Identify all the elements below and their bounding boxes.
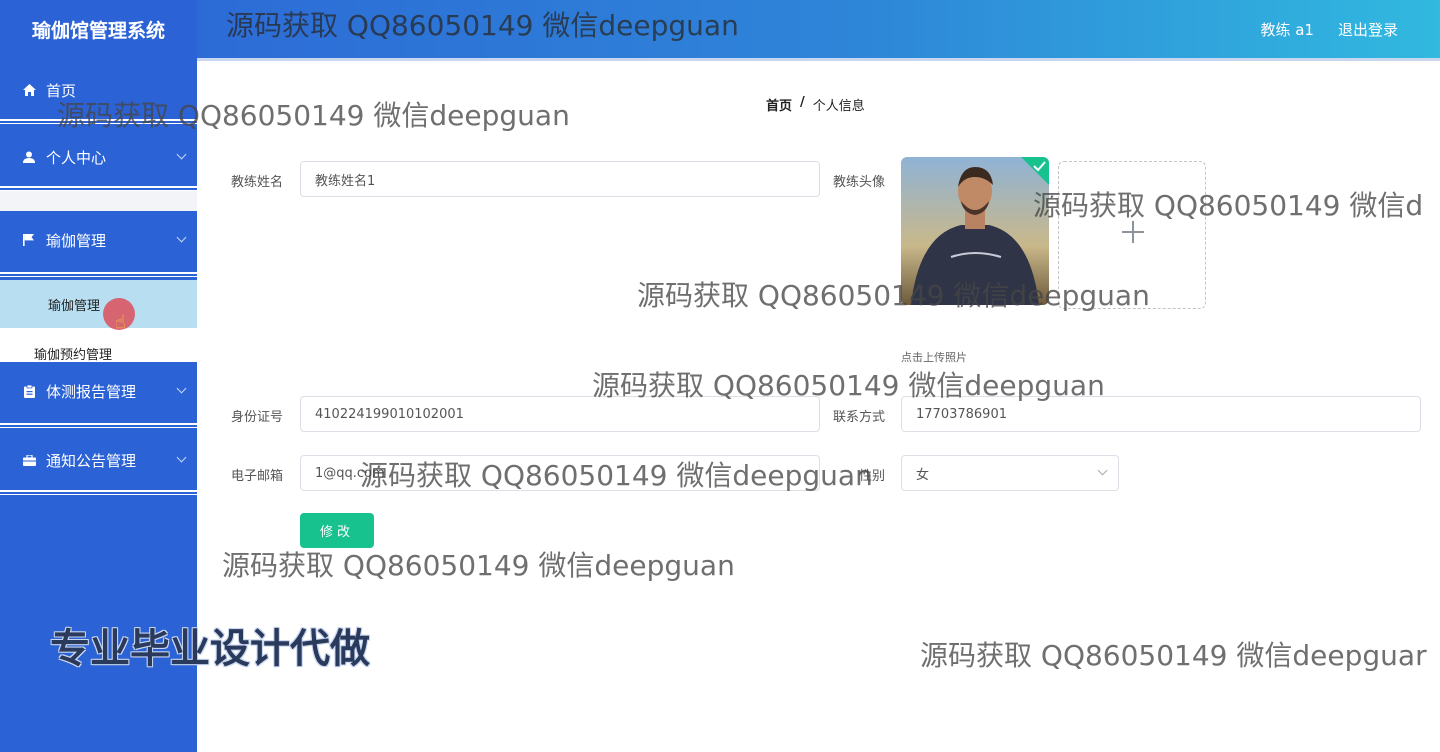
- sidebar-item-yoga-management[interactable]: 瑜伽管理: [0, 211, 197, 269]
- avatar-upload-box[interactable]: [1058, 161, 1206, 309]
- plus-icon-vertical: [1132, 221, 1134, 243]
- gender-selected-value: 女: [916, 467, 930, 483]
- sidebar-divider: [0, 119, 197, 124]
- watermark-text: 源码获取 QQ86050149 微信deepguar: [920, 639, 1427, 672]
- name-input[interactable]: [300, 161, 820, 197]
- id-number-input[interactable]: [300, 396, 820, 432]
- sidebar-item-fitness-report[interactable]: 体测报告管理: [0, 362, 197, 420]
- sidebar-item-label: 个人中心: [46, 148, 107, 167]
- sidebar-item-label: 首页: [46, 81, 77, 100]
- breadcrumb-current: 个人信息: [812, 99, 865, 114]
- submenu-yoga-booking[interactable]: 瑜伽预约管理: [0, 328, 197, 363]
- user-label: 教练 a1: [1260, 20, 1314, 39]
- header-divider: [0, 58, 1440, 61]
- breadcrumb: 首页 / 个人信息: [766, 95, 865, 114]
- submenu-label: 瑜伽预约管理: [34, 347, 113, 363]
- id-label: 身份证号: [231, 410, 284, 425]
- gender-label: 性别: [859, 469, 886, 484]
- sidebar-divider: [0, 272, 197, 277]
- email-input[interactable]: [300, 455, 820, 491]
- name-label: 教练姓名: [231, 175, 284, 190]
- user-icon: [22, 150, 36, 164]
- update-button[interactable]: 修改: [300, 513, 374, 548]
- chevron-down-icon: [176, 452, 187, 463]
- flag-icon: [22, 233, 36, 247]
- clipboard-icon: [22, 384, 36, 398]
- logout-link[interactable]: 退出登录: [1338, 19, 1398, 40]
- phone-label: 联系方式: [833, 410, 886, 425]
- sidebar-item-label: 瑜伽管理: [46, 231, 107, 250]
- sidebar-gap: [0, 191, 197, 211]
- email-label: 电子邮箱: [231, 469, 284, 484]
- avatar-label: 教练头像: [833, 175, 886, 190]
- phone-input[interactable]: [901, 396, 1421, 432]
- sidebar-divider: [0, 423, 197, 428]
- header-user-area: 教练 a1 退出登录: [1260, 0, 1398, 58]
- sidebar-item-notice-management[interactable]: 通知公告管理: [0, 431, 197, 489]
- promo-watermark: 专业毕业设计代做: [50, 626, 370, 672]
- upload-tip: 点击上传照片: [901, 351, 967, 364]
- submenu-label: 瑜伽管理: [48, 298, 101, 314]
- sidebar-item-label: 通知公告管理: [46, 451, 137, 470]
- sidebar-item-label: 体测报告管理: [46, 382, 137, 401]
- home-icon: [22, 83, 36, 97]
- hand-cursor-icon: ☝: [115, 312, 126, 333]
- chevron-down-icon: [176, 383, 187, 394]
- sidebar-divider: [0, 490, 197, 495]
- breadcrumb-separator: /: [800, 95, 805, 110]
- sidebar-item-home[interactable]: 首页: [0, 61, 197, 119]
- breadcrumb-home[interactable]: 首页: [766, 95, 792, 114]
- chevron-down-icon: [1097, 465, 1108, 476]
- watermark-text: 源码获取 QQ86050149 微信deepguan: [222, 549, 735, 582]
- briefcase-icon: [22, 453, 36, 467]
- submenu-yoga-management[interactable]: 瑜伽管理: [0, 280, 197, 328]
- app-title: 瑜伽馆管理系统: [0, 0, 197, 58]
- avatar-image[interactable]: [901, 157, 1049, 305]
- chevron-down-icon: [176, 149, 187, 160]
- sidebar-item-personal-center[interactable]: 个人中心: [0, 128, 197, 186]
- top-header: [0, 0, 1440, 58]
- chevron-down-icon: [176, 232, 187, 243]
- gender-select[interactable]: 女: [901, 455, 1119, 491]
